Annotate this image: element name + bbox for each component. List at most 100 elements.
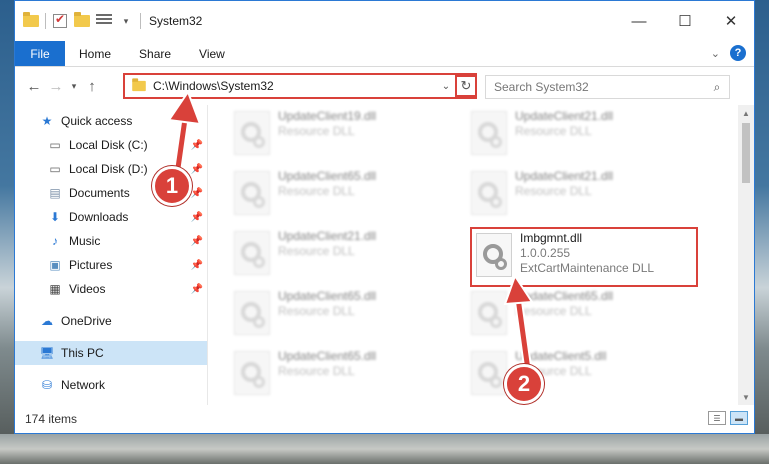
file-type: Resource DLL: [515, 124, 592, 138]
dll-file-icon: [234, 291, 270, 335]
file-type: Resource DLL: [278, 304, 355, 318]
pin-icon[interactable]: 📌: [191, 212, 203, 223]
file-list: UpdateClient19.dll Resource DLL UpdateCli…: [208, 105, 754, 405]
scroll-up-icon[interactable]: ▲: [738, 105, 754, 121]
tab-file[interactable]: File: [15, 41, 65, 66]
file-tile[interactable]: UpdateClient65.dll Resource DLL: [234, 289, 464, 341]
navigation-pane: ★ Quick access ▭ Local Disk (C:) 📌 ▭ Loc…: [15, 105, 208, 405]
pin-icon[interactable]: 📌: [191, 164, 203, 175]
address-path[interactable]: C:\Windows\System32: [153, 79, 437, 93]
back-arrow-icon[interactable]: ←: [23, 78, 45, 95]
pin-icon[interactable]: 📌: [191, 260, 203, 271]
file-name: UpdateClient21.dll: [515, 109, 614, 123]
file-type: Resource DLL: [515, 184, 592, 198]
file-version: 1.0.0.255: [520, 246, 571, 260]
sidebar-item-label: Local Disk (D:): [69, 162, 148, 176]
dll-file-icon: [234, 351, 270, 395]
sidebar-item-downloads[interactable]: ⬇ Downloads 📌: [15, 205, 207, 229]
up-arrow-icon[interactable]: ↑: [81, 78, 103, 95]
dll-file-icon: [471, 351, 507, 395]
tab-view[interactable]: View: [185, 41, 239, 66]
main-area: ★ Quick access ▭ Local Disk (C:) 📌 ▭ Loc…: [15, 105, 754, 405]
close-button[interactable]: ✕: [708, 1, 754, 41]
dll-file-icon: [234, 111, 270, 155]
file-tile[interactable]: UpdateClient65.dll Resource DLL: [471, 289, 701, 341]
vertical-scrollbar[interactable]: ▲ ▼: [738, 105, 754, 405]
sidebar-item-label: Pictures: [69, 258, 113, 272]
file-type: Resource DLL: [278, 124, 355, 138]
address-dropdown-icon[interactable]: ⌄: [437, 81, 455, 92]
sidebar-item-network[interactable]: ⛁ Network: [15, 373, 207, 397]
pin-icon[interactable]: 📌: [191, 284, 203, 295]
sidebar-item-label: Local Disk (C:): [69, 138, 148, 152]
refresh-icon[interactable]: ↻: [455, 75, 477, 97]
file-name: Imbgmnt.dll: [520, 231, 583, 245]
pictures-icon: ▣: [49, 258, 61, 272]
new-folder-icon[interactable]: [74, 12, 90, 29]
search-input[interactable]: Search System32 ⌕: [485, 75, 730, 99]
file-tile[interactable]: UpdateClient21.dll Resource DLL: [471, 109, 701, 161]
sidebar-item-label: Network: [61, 378, 106, 392]
pin-icon[interactable]: 📌: [191, 140, 203, 151]
scroll-down-icon[interactable]: ▼: [738, 389, 754, 405]
customize-toolbar-chevron-icon[interactable]: ▾: [118, 13, 134, 29]
pin-icon[interactable]: 📌: [191, 236, 203, 247]
minimize-button[interactable]: —: [616, 1, 662, 41]
dll-file-icon: [234, 171, 270, 215]
title-bar: ▾ System32 — ☐ ✕: [15, 1, 754, 41]
drive-icon: ▭: [49, 162, 61, 176]
sidebar-item-videos[interactable]: ▦ Videos 📌: [15, 277, 207, 301]
desktop-background-right: [755, 0, 769, 464]
dll-file-icon: [471, 171, 507, 215]
separator: [45, 13, 46, 29]
file-tile-imbgmnt[interactable]: Imbgmnt.dll 1.0.0.255 ExtCartMaintenance…: [476, 231, 706, 287]
details-view-icon[interactable]: ☰: [708, 411, 726, 425]
dll-file-icon: [471, 111, 507, 155]
file-tile[interactable]: UpdateClient21.dll Resource DLL: [471, 169, 701, 221]
sidebar-item-quick-access[interactable]: ★ Quick access: [15, 109, 207, 133]
file-name: UpdateClient21.dll: [278, 229, 377, 243]
properties-icon[interactable]: [96, 13, 112, 29]
file-tile[interactable]: UpdateClient19.dll Resource DLL: [234, 109, 464, 161]
file-name: UpdateClient65.dll: [278, 289, 377, 303]
sidebar-item-pictures[interactable]: ▣ Pictures 📌: [15, 253, 207, 277]
folder-icon: [132, 78, 146, 92]
file-name: UpdateClient21.dll: [515, 169, 614, 183]
sidebar-item-this-pc[interactable]: 🖥 This PC: [15, 341, 207, 365]
file-name: UpdateClient65.dll: [515, 289, 614, 303]
properties-check-icon[interactable]: [52, 12, 68, 29]
documents-icon: ▤: [49, 186, 61, 200]
forward-arrow-icon[interactable]: →: [45, 78, 67, 95]
file-tile[interactable]: UpdateClient65.dll Resource DLL: [234, 169, 464, 221]
sidebar-item-local-disk-c[interactable]: ▭ Local Disk (C:) 📌: [15, 133, 207, 157]
music-icon: ♪: [52, 234, 58, 248]
large-icons-view-icon[interactable]: ▬: [730, 411, 748, 425]
tab-home[interactable]: Home: [65, 41, 125, 66]
network-icon: ⛁: [41, 378, 53, 392]
sidebar-item-music[interactable]: ♪ Music 📌: [15, 229, 207, 253]
address-bar[interactable]: C:\Windows\System32 ⌄ ↻: [123, 73, 477, 99]
file-tile[interactable]: UpdateClient65.dll Resource DLL: [234, 349, 464, 401]
sidebar-item-onedrive[interactable]: ☁ OneDrive: [15, 309, 207, 333]
recent-locations-chevron-icon[interactable]: ▾: [67, 81, 81, 92]
folder-icon[interactable]: [23, 12, 39, 29]
item-count: 174 items: [25, 412, 78, 426]
explorer-window: ▾ System32 — ☐ ✕ File Home Share View ⌄ …: [14, 0, 755, 434]
expand-ribbon-chevron-icon[interactable]: ⌄: [711, 47, 720, 60]
file-type: Resource DLL: [278, 244, 355, 258]
star-icon: ★: [41, 114, 53, 128]
help-icon[interactable]: ?: [730, 45, 746, 61]
tab-share[interactable]: Share: [125, 41, 185, 66]
file-tile[interactable]: UpdateClient21.dll Resource DLL: [234, 229, 464, 281]
dll-file-icon: [476, 233, 512, 277]
pin-icon[interactable]: 📌: [191, 188, 203, 199]
desktop-background-left: [0, 0, 14, 464]
address-row: ← → ▾ ↑ C:\Windows\System32 ⌄ ↻ Search S…: [15, 67, 754, 105]
maximize-button[interactable]: ☐: [662, 1, 708, 41]
file-name: UpdateClient65.dll: [278, 169, 377, 183]
scroll-thumb[interactable]: [742, 123, 750, 183]
file-name: UpdateClient5.dll: [515, 349, 607, 363]
file-name: UpdateClient19.dll: [278, 109, 377, 123]
window-title: System32: [149, 14, 203, 28]
separator: [140, 13, 141, 29]
